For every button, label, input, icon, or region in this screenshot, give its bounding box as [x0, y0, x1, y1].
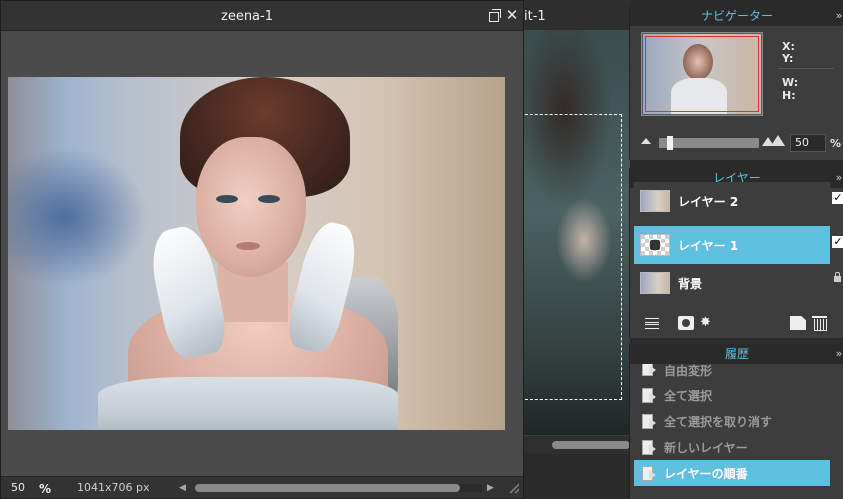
- navigator-panel: ナビゲーター » X: Y: W: H: 50 %: [629, 6, 843, 160]
- navigator-divider: [778, 68, 834, 69]
- history-item[interactable]: 全て選択: [634, 382, 830, 408]
- layer-styles-icon[interactable]: [644, 316, 660, 330]
- history-item-selected[interactable]: レイヤーの順番: [634, 460, 830, 486]
- document-zoom-value[interactable]: 50: [11, 481, 25, 494]
- image-dress: [98, 377, 398, 430]
- history-label: レイヤーの順番: [664, 467, 748, 481]
- y-label: Y:: [782, 52, 794, 65]
- history-title: 履歴: [724, 347, 749, 361]
- history-panel: 履歴 » 自由変形 全て選択 全て選択を取り消す 新しいレイヤー レイヤーの順番: [629, 344, 843, 499]
- layer-name: レイヤー 2: [678, 195, 739, 209]
- delete-layer-icon[interactable]: [812, 316, 828, 331]
- image-left-eye: [216, 195, 238, 203]
- history-label: 全て選択を取り消す: [664, 415, 773, 429]
- document-zoom-unit: %: [39, 482, 52, 496]
- navigator-zoom-unit: %: [830, 137, 842, 150]
- history-step-icon: [642, 466, 656, 481]
- history-step-icon: [642, 364, 656, 376]
- history-item[interactable]: 自由変形: [634, 364, 830, 378]
- collapse-icon[interactable]: »: [834, 344, 843, 364]
- layer-visibility-checkbox[interactable]: ✓: [832, 192, 843, 204]
- scroll-left-icon[interactable]: ◀: [179, 481, 191, 495]
- layer-thumbnail: [640, 234, 670, 256]
- navigator-thumbnail[interactable]: [641, 32, 763, 116]
- navigator-title: ナビゲーター: [700, 9, 773, 23]
- navigator-header[interactable]: ナビゲーター »: [630, 6, 843, 26]
- layer-row-selected[interactable]: レイヤー 1 ✓: [634, 226, 843, 264]
- document-titlebar[interactable]: zeena-1 ✕: [1, 1, 523, 31]
- history-step-icon: [642, 440, 656, 455]
- layer-visibility-checkbox[interactable]: ✓: [832, 236, 843, 248]
- history-item[interactable]: 全て選択を取り消す: [634, 408, 830, 434]
- history-header[interactable]: 履歴 »: [630, 344, 843, 364]
- image-face: [196, 137, 306, 277]
- navigator-view-rectangle[interactable]: [645, 36, 759, 112]
- collapse-icon[interactable]: »: [834, 6, 843, 26]
- layer-row[interactable]: レイヤー 2 ✓: [634, 182, 843, 220]
- document-window[interactable]: zeena-1 ✕ 50 % 1041x706 px ◀ ▶: [0, 0, 524, 499]
- history-label: 全て選択: [664, 389, 713, 403]
- history-item[interactable]: 新しいレイヤー: [634, 434, 830, 460]
- layer-thumbnail: [640, 190, 670, 212]
- document-dimensions: 1041x706 px: [77, 481, 150, 494]
- zoom-out-icon[interactable]: [641, 138, 651, 144]
- document-image[interactable]: [8, 77, 505, 430]
- history-step-icon: [642, 414, 656, 429]
- zoom-slider-handle[interactable]: [667, 136, 673, 150]
- background-document-titlebar[interactable]: it-1: [520, 0, 630, 30]
- background-document-window[interactable]: it-1: [520, 0, 630, 499]
- scroll-right-icon[interactable]: ▶: [487, 481, 499, 495]
- new-layer-icon[interactable]: [790, 316, 806, 330]
- background-document-title: it-1: [524, 9, 546, 24]
- image-right-eye: [258, 195, 280, 203]
- zoom-in-icon[interactable]: [762, 135, 785, 147]
- document-title: zeena-1: [221, 9, 273, 24]
- scroll-thumb[interactable]: [195, 484, 460, 492]
- layer-row[interactable]: 背景: [634, 264, 841, 302]
- collapse-icon[interactable]: »: [834, 168, 843, 188]
- canvas-area[interactable]: [4, 32, 520, 476]
- layer-name: レイヤー 1: [678, 239, 739, 253]
- zoom-slider[interactable]: [659, 136, 759, 150]
- background-document-footer: [520, 454, 630, 499]
- layer-thumbnail: [640, 272, 670, 294]
- lock-icon: [834, 272, 841, 282]
- layers-toolbar: ✸: [630, 312, 843, 336]
- image-lips: [236, 242, 260, 250]
- navigator-zoom-input[interactable]: 50: [790, 134, 826, 152]
- layer-mask-icon[interactable]: [678, 316, 694, 330]
- image-background-blur: [8, 147, 148, 287]
- selection-marquee: [520, 114, 622, 400]
- layers-panel: レイヤー » レイヤー 2 ✓ レイヤー 1 ✓ 背景 ✸: [629, 168, 843, 338]
- history-step-icon: [642, 388, 656, 403]
- restore-icon[interactable]: [487, 8, 501, 22]
- background-document-scroll-thumb[interactable]: [552, 441, 630, 449]
- history-label: 自由変形: [664, 364, 713, 378]
- w-label: W:: [782, 76, 799, 89]
- h-label: H:: [782, 89, 796, 102]
- document-horizontal-scrollbar[interactable]: ◀ ▶: [179, 481, 505, 495]
- layer-name: 背景: [678, 277, 703, 291]
- navigator-zoom-row: 50 %: [630, 132, 843, 154]
- resize-grip-icon[interactable]: [509, 483, 519, 493]
- background-document-scrollbar[interactable]: [524, 436, 630, 454]
- document-statusbar: 50 % 1041x706 px ◀ ▶: [1, 476, 523, 498]
- filter-effects-icon[interactable]: ✸: [700, 316, 716, 330]
- history-label: 新しいレイヤー: [664, 441, 748, 455]
- close-icon[interactable]: ✕: [505, 8, 519, 23]
